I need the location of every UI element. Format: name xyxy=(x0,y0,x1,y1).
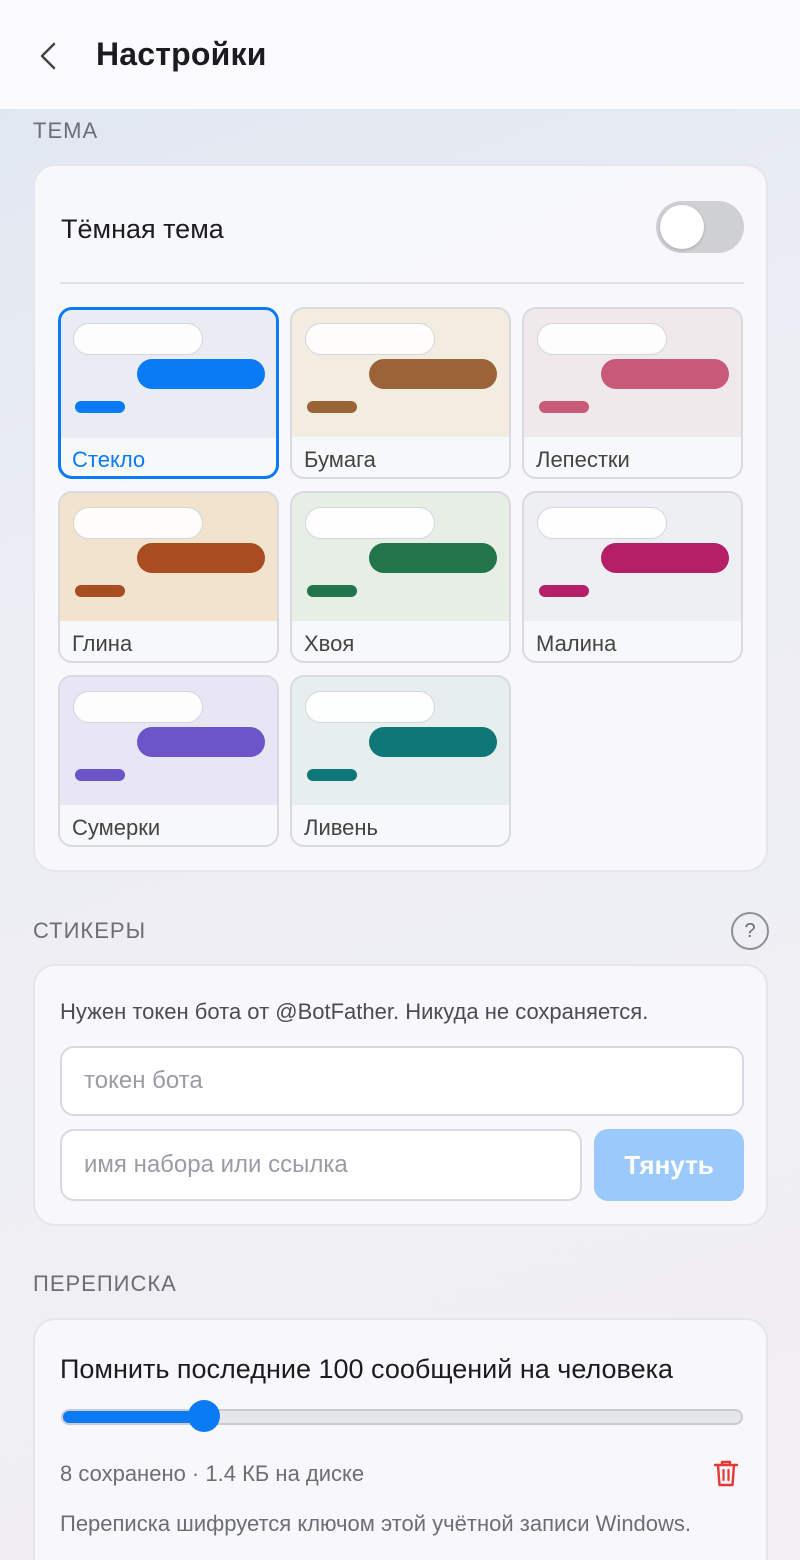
preview-outgoing-bubble xyxy=(601,543,729,573)
pull-button[interactable]: Тянуть xyxy=(594,1129,744,1201)
theme-tile[interactable]: Бумага xyxy=(290,307,511,479)
preview-outgoing-bubble xyxy=(601,359,729,389)
preview-incoming-bubble xyxy=(73,323,203,355)
chat-section-title: ПЕРЕПИСКА xyxy=(33,1271,177,1296)
chevron-left-icon xyxy=(40,42,56,70)
history-stats: 8 сохранено · 1.4 КБ на диске xyxy=(60,1461,365,1486)
chat-card: Помнить последние 100 сообщений на челов… xyxy=(33,1318,768,1560)
sticker-set-input[interactable] xyxy=(60,1129,582,1201)
preview-outgoing-bubble xyxy=(369,359,497,389)
theme-tile[interactable]: Сумерки xyxy=(58,675,279,847)
theme-tile[interactable]: Малина xyxy=(522,491,743,663)
theme-label: Малина xyxy=(536,631,617,656)
preview-small-bubble xyxy=(307,401,357,413)
theme-preview xyxy=(292,493,509,621)
encryption-note: Переписка шифруется ключом этой учётной … xyxy=(60,1511,692,1536)
theme-preview xyxy=(60,677,277,805)
theme-tile[interactable]: Стекло xyxy=(58,307,279,479)
history-slider[interactable] xyxy=(61,1409,743,1425)
theme-label: Сумерки xyxy=(72,815,161,840)
preview-outgoing-bubble xyxy=(137,727,265,757)
preview-small-bubble xyxy=(75,585,125,597)
preview-incoming-bubble xyxy=(305,507,435,539)
toggle-knob xyxy=(660,205,704,249)
theme-label: Бумага xyxy=(304,447,376,472)
clear-history-button[interactable] xyxy=(711,1457,741,1489)
page-title: Настройки xyxy=(96,36,267,72)
bot-token-input[interactable] xyxy=(60,1046,744,1116)
preview-incoming-bubble xyxy=(537,507,667,539)
divider xyxy=(60,282,744,284)
preview-incoming-bubble xyxy=(537,323,667,355)
theme-tile[interactable]: Ливень xyxy=(290,675,511,847)
theme-tile[interactable]: Лепестки xyxy=(522,307,743,479)
theme-preview xyxy=(292,309,509,437)
theme-label: Лепестки xyxy=(536,447,630,472)
preview-outgoing-bubble xyxy=(369,727,497,757)
slider-thumb[interactable] xyxy=(188,1400,221,1432)
theme-card: Тёмная тема Стекло Бумага Лепестки Глина Хво… xyxy=(33,164,768,872)
preview-small-bubble xyxy=(307,769,357,781)
preview-small-bubble xyxy=(75,769,125,781)
preview-outgoing-bubble xyxy=(369,543,497,573)
preview-incoming-bubble xyxy=(73,691,203,723)
preview-incoming-bubble xyxy=(305,691,435,723)
theme-label: Глина xyxy=(72,631,133,656)
theme-preview xyxy=(292,677,509,805)
header-bar: Настройки xyxy=(0,0,800,110)
theme-section-title: ТЕМА xyxy=(33,118,99,143)
theme-tile[interactable]: Хвоя xyxy=(290,491,511,663)
stickers-hint: Нужен токен бота от @BotFather. Никуда н… xyxy=(60,999,649,1024)
preview-outgoing-bubble xyxy=(137,543,265,573)
help-button[interactable]: ? xyxy=(731,912,769,950)
remember-label: Помнить последние 100 сообщений на челов… xyxy=(60,1354,674,1384)
dark-mode-toggle[interactable] xyxy=(656,201,744,253)
theme-label: Ливень xyxy=(304,815,379,840)
stickers-card: Нужен токен бота от @BotFather. Никуда н… xyxy=(33,964,768,1226)
back-button[interactable] xyxy=(26,34,70,78)
preview-incoming-bubble xyxy=(73,507,203,539)
theme-grid: Стекло Бумага Лепестки Глина Хвоя Малина Сумер… xyxy=(58,307,746,847)
preview-small-bubble xyxy=(75,401,125,413)
theme-tile[interactable]: Глина xyxy=(58,491,279,663)
preview-incoming-bubble xyxy=(305,323,435,355)
theme-label: Стекло xyxy=(72,447,146,472)
theme-preview xyxy=(524,493,741,621)
slider-fill xyxy=(63,1411,206,1423)
preview-small-bubble xyxy=(539,585,589,597)
theme-label: Хвоя xyxy=(304,631,355,656)
trash-icon xyxy=(713,1460,739,1487)
theme-preview xyxy=(524,309,741,437)
theme-preview xyxy=(60,493,277,621)
preview-outgoing-bubble xyxy=(137,359,265,389)
preview-small-bubble xyxy=(539,401,589,413)
dark-mode-label: Тёмная тема xyxy=(61,214,224,244)
stickers-section-title: СТИКЕРЫ xyxy=(33,918,147,943)
preview-small-bubble xyxy=(307,585,357,597)
theme-preview xyxy=(61,310,276,438)
